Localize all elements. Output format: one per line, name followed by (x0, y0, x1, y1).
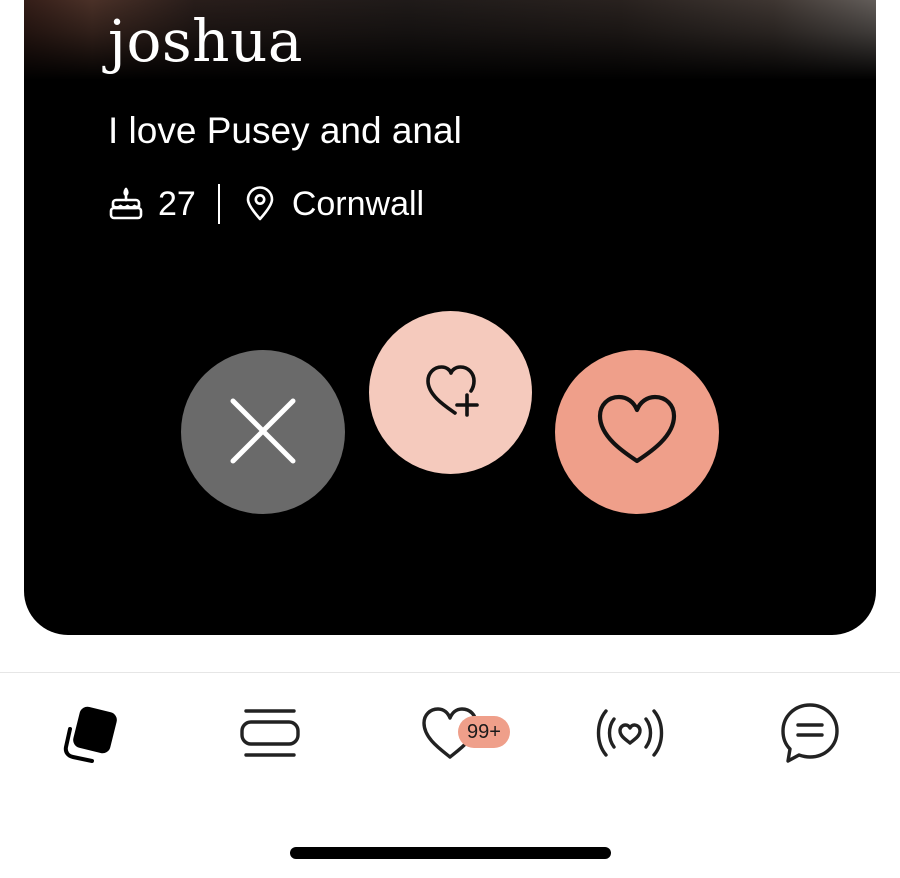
meta-divider (217, 184, 220, 224)
tabbar-divider (0, 672, 900, 673)
tab-feed[interactable] (230, 700, 310, 770)
close-icon (228, 396, 298, 469)
profile-bio: I love Pusey and anal (108, 110, 462, 151)
like-button[interactable] (555, 350, 719, 514)
cards-stack-icon (56, 701, 120, 770)
pass-button[interactable] (181, 350, 345, 514)
tab-messages[interactable] (770, 700, 850, 770)
stack-icon (238, 701, 302, 770)
profile-location: Cornwall (291, 184, 425, 223)
home-indicator[interactable] (290, 847, 611, 859)
tab-live[interactable] (590, 700, 670, 770)
cake-icon (108, 186, 144, 222)
tab-bar (0, 690, 900, 780)
location-pin-icon (242, 186, 278, 222)
superlike-button[interactable] (369, 311, 532, 474)
tab-discover[interactable] (48, 700, 128, 770)
chat-icon (778, 701, 842, 770)
broadcast-heart-icon (594, 701, 666, 770)
profile-age: 27 (158, 184, 196, 223)
heart-icon (589, 383, 685, 482)
likes-count-badge: 99+ (458, 716, 510, 748)
profile-name: joshua (108, 7, 303, 75)
profile-meta: 27 Cornwall (108, 184, 424, 224)
heart-plus-icon (415, 355, 487, 430)
